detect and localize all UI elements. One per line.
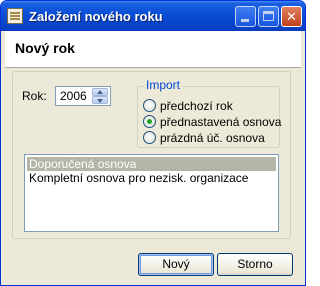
cancel-button[interactable]: Storno xyxy=(217,253,293,276)
chart-of-accounts-list[interactable]: Doporučená osnova Kompletní osnova pro n… xyxy=(24,154,279,232)
close-icon: ✕ xyxy=(286,9,297,24)
year-value[interactable]: 2006 xyxy=(60,89,87,103)
radio-button[interactable] xyxy=(143,99,156,112)
title-bar[interactable]: Založení nového roku ✕ xyxy=(1,1,305,31)
radio-label: přednastavená osnova xyxy=(160,115,282,129)
arrow-down-icon xyxy=(97,99,103,103)
list-item[interactable]: Kompletní osnova pro nezisk. organizace xyxy=(27,171,276,185)
close-button[interactable]: ✕ xyxy=(281,6,302,27)
year-spinner[interactable]: 2006 xyxy=(55,86,111,106)
arrow-up-icon xyxy=(97,90,103,94)
spin-down-button[interactable] xyxy=(92,96,108,104)
import-legend: Import xyxy=(144,78,183,92)
spin-up-button[interactable] xyxy=(92,88,108,96)
new-button[interactable]: Nový xyxy=(138,253,214,276)
minimize-icon xyxy=(241,19,249,22)
document-icon xyxy=(7,8,23,24)
minimize-button[interactable] xyxy=(235,6,256,27)
radio-label: předchozí rok xyxy=(160,99,233,113)
window-title: Založení nového roku xyxy=(29,9,163,24)
radio-label: prázdná úč. osnova xyxy=(160,131,265,145)
radio-button[interactable] xyxy=(143,115,156,128)
header-panel: Nový rok xyxy=(5,31,301,68)
year-label: Rok: xyxy=(22,89,47,103)
maximize-button[interactable] xyxy=(258,6,279,27)
list-item[interactable]: Doporučená osnova xyxy=(27,157,276,171)
radio-button[interactable] xyxy=(143,131,156,144)
maximize-icon xyxy=(263,11,274,21)
page-title: Nový rok xyxy=(15,40,75,56)
